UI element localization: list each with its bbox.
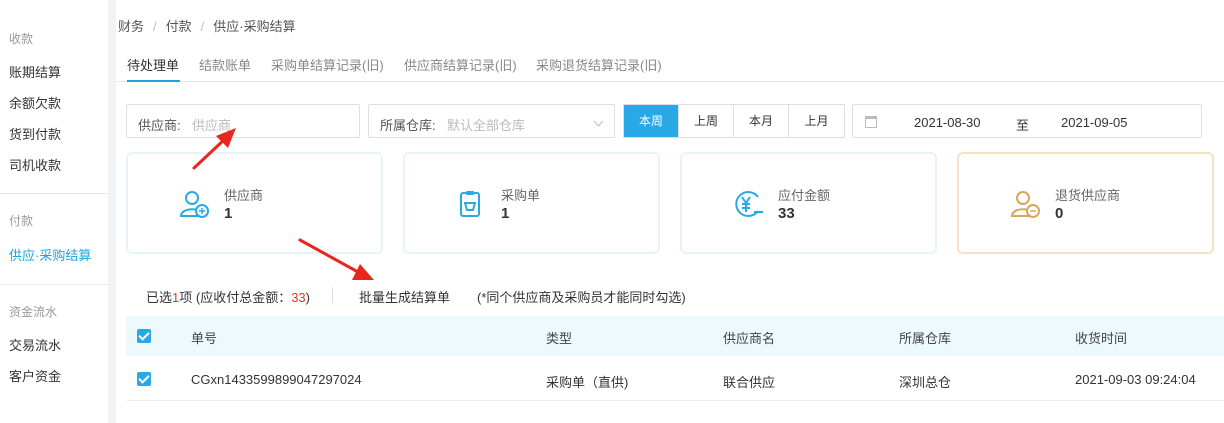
table-row[interactable]: CGxn1433599899047297024 采购单（直供) 联合供应 深圳总… — [126, 357, 1224, 401]
column-type[interactable]: 类型 — [546, 328, 572, 347]
tab-purchase-return-settlement-records-old[interactable]: 采购退货结算记录(旧) — [536, 55, 662, 74]
sidebar-section-fund-flow: 资金流水 — [9, 305, 58, 319]
date-range-picker[interactable]: 2021-08-30 至 2021-09-05 — [852, 104, 1202, 138]
column-warehouse[interactable]: 所属仓库 — [899, 328, 951, 347]
warehouse-select[interactable]: 所属仓库: 默认全部仓库 — [368, 104, 615, 138]
column-supplier[interactable]: 供应商名 — [723, 328, 775, 347]
tab-pending[interactable]: 待处理单 — [127, 55, 179, 74]
card-value: 1 — [501, 205, 510, 222]
summary-prefix: 已选 — [146, 290, 173, 305]
card-label: 供应商 — [224, 188, 264, 203]
sidebar-item-transaction-flow[interactable]: 交易流水 — [9, 335, 61, 354]
column-received-time[interactable]: 收货时间 — [1075, 328, 1127, 347]
tab-settlement-bills[interactable]: 结款账单 — [199, 55, 251, 74]
selection-note: (*同个供应商及采购员才能同时勾选) — [477, 290, 686, 305]
card-label: 采购单 — [501, 188, 541, 203]
row-checkbox[interactable] — [137, 372, 151, 386]
payable-amount-card[interactable]: 应付金额 33 — [680, 152, 937, 254]
sidebar-section-payment: 付款 — [9, 214, 34, 228]
sidebar-divider — [0, 284, 108, 285]
sidebar: 收款 账期结算 余额欠款 货到付款 司机收款 付款 供应·采购结算 资金流水 交… — [0, 0, 108, 423]
warehouse-select-label: 所属仓库: — [380, 118, 436, 133]
tab-supplier-settlement-records-old[interactable]: 供应商结算记录(旧) — [404, 55, 517, 74]
breadcrumb-payment[interactable]: 付款 — [166, 19, 192, 34]
return-supplier-icon — [1010, 191, 1040, 218]
sidebar-item-cash-on-delivery[interactable]: 货到付款 — [9, 124, 61, 143]
sidebar-item-driver-collection[interactable]: 司机收款 — [9, 155, 61, 174]
supplier-input[interactable]: 供应商 — [192, 115, 231, 134]
tab-purchase-settlement-records-old[interactable]: 采购单结算记录(旧) — [271, 55, 384, 74]
sidebar-item-customer-funds[interactable]: 客户资金 — [9, 366, 61, 385]
card-value: 0 — [1055, 205, 1064, 222]
chevron-down-icon — [593, 116, 604, 127]
breadcrumb: 财务 / 付款 / 供应·采购结算 — [118, 19, 296, 34]
selection-summary: 已选1项 (应收付总金额：33) — [146, 287, 310, 306]
date-separator: 至 — [1016, 118, 1030, 133]
cell-type: 采购单（直供) — [546, 375, 629, 390]
column-order-no[interactable]: 单号 — [191, 328, 217, 347]
sidebar-item-supply-purchase-settlement[interactable]: 供应·采购结算 — [9, 245, 91, 264]
summary-suffix: ) — [305, 290, 311, 305]
supplier-filter-label: 供应商: — [138, 118, 181, 133]
cell-order-no[interactable]: CGxn1433599899047297024 — [191, 372, 362, 387]
supplier-filter[interactable]: 供应商: 供应商 — [126, 104, 360, 138]
divider — [332, 287, 333, 303]
card-label: 退货供应商 — [1055, 188, 1121, 203]
warehouse-select-value: 默认全部仓库 — [447, 118, 526, 133]
sidebar-item-balance-debt[interactable]: 余额欠款 — [9, 93, 61, 112]
return-supplier-card[interactable]: 退货供应商 0 — [957, 152, 1214, 254]
supplier-icon — [179, 191, 209, 218]
calendar-icon — [865, 116, 877, 128]
main-panel: 财务 / 付款 / 供应·采购结算 待处理单 结款账单 采购单结算记录(旧) 供应商结算… — [116, 0, 1224, 423]
this-week-button[interactable]: 本周 — [624, 105, 679, 137]
purchase-order-card[interactable]: 采购单 1 — [403, 152, 660, 254]
table-header: 单号 类型 供应商名 所属仓库 收货时间 — [126, 316, 1224, 356]
card-label: 应付金额 — [778, 188, 831, 203]
active-tab-indicator — [127, 80, 180, 82]
breadcrumb-current: 供应·采购结算 — [213, 19, 296, 34]
last-month-button[interactable]: 上月 — [789, 105, 844, 137]
supplier-card[interactable]: 供应商 1 — [126, 152, 383, 254]
payable-amount-icon — [735, 191, 763, 217]
batch-generate-settlement-button[interactable]: 批量生成结算单 — [359, 287, 450, 306]
sidebar-section-receipt: 收款 — [9, 32, 34, 46]
selected-amount: 33 — [291, 290, 306, 305]
last-week-button[interactable]: 上周 — [679, 105, 734, 137]
cell-supplier: 联合供应 — [723, 375, 776, 390]
sidebar-divider — [0, 193, 108, 194]
cell-received-time: 2021-09-03 09:24:04 — [1075, 372, 1196, 387]
breadcrumb-finance[interactable]: 财务 — [118, 19, 144, 34]
tab-bar: 待处理单 结款账单 采购单结算记录(旧) 供应商结算记录(旧) 采购退货结算记录… — [116, 44, 1224, 82]
sidebar-item-account-period[interactable]: 账期结算 — [9, 62, 61, 81]
purchase-order-icon — [460, 191, 480, 217]
select-all-checkbox[interactable] — [137, 329, 151, 343]
date-start[interactable]: 2021-08-30 — [914, 115, 981, 130]
card-value: 33 — [778, 205, 795, 222]
card-value: 1 — [224, 205, 233, 222]
this-month-button[interactable]: 本月 — [734, 105, 789, 137]
period-button-group: 本周 上周 本月 上月 — [623, 104, 845, 138]
cell-warehouse: 深圳总仓 — [899, 375, 952, 390]
date-end[interactable]: 2021-09-05 — [1061, 115, 1128, 130]
summary-middle: 项 (应收付总金额： — [179, 290, 292, 305]
